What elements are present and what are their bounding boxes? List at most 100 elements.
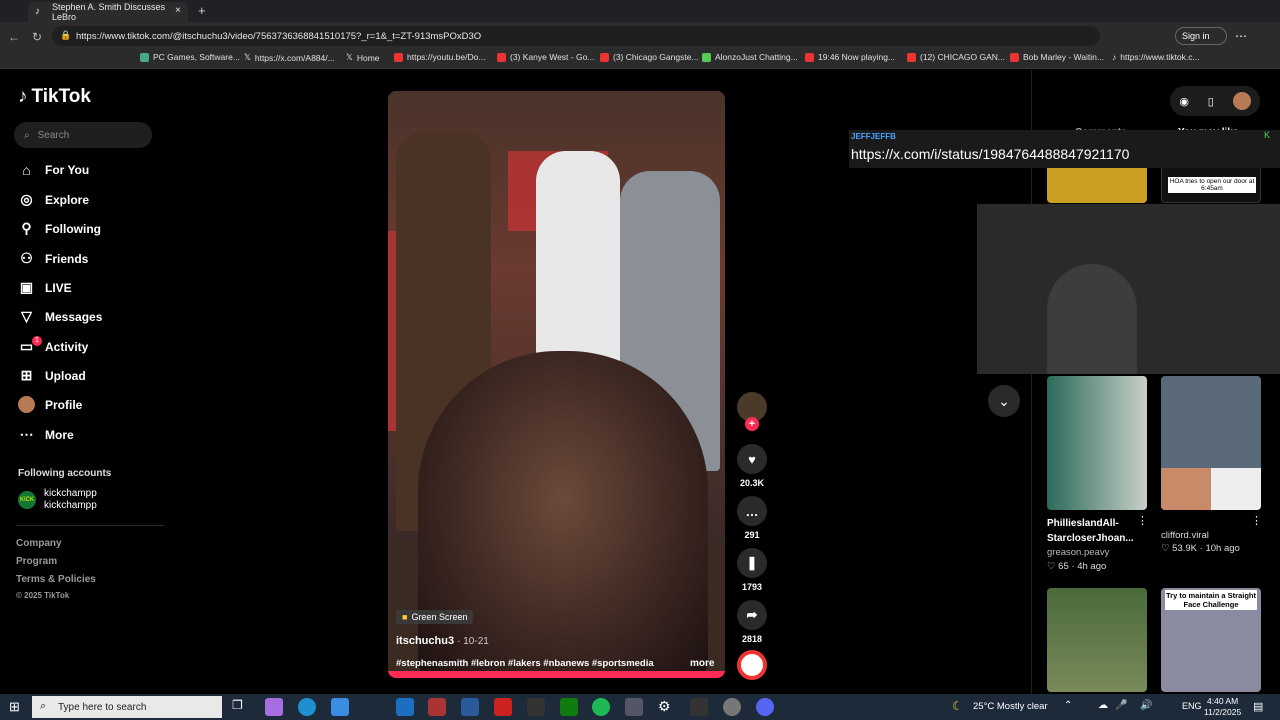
music-disc-icon (737, 650, 767, 680)
sign-in-button[interactable]: Sign in (1175, 27, 1227, 45)
task-view-icon[interactable]: ❐ (232, 698, 250, 716)
app-icon[interactable] (723, 698, 741, 716)
video-player[interactable]: ■ Green Screen itschuchu3 · 10-21 #steph… (388, 91, 725, 678)
video-thumbnail[interactable]: Try to maintain a Straight Face Challeng… (1161, 588, 1261, 692)
language-indicator[interactable]: ENG (1182, 701, 1202, 711)
discord-icon[interactable] (756, 698, 774, 716)
notification-icon[interactable]: ▤ (1253, 700, 1263, 713)
favorite-item[interactable]: Bob Marley - Waitin... (1010, 52, 1104, 62)
favorite-label: 19:46 Now playing... (818, 52, 896, 62)
app-icon[interactable] (494, 698, 512, 716)
card-user[interactable]: clifford.viral (1161, 530, 1209, 541)
video-author[interactable]: itschuchu3 · 10-21 (396, 635, 489, 647)
heart-icon: ♥ (737, 444, 767, 474)
app-icon[interactable] (625, 698, 643, 716)
favorite-item[interactable]: 𝕏 Home (346, 52, 380, 63)
favorite-item[interactable]: AlonzoJust Chatting... (702, 52, 798, 62)
favorite-item[interactable]: ♪ https://www.tiktok.c... (1112, 52, 1200, 62)
nav-messages[interactable]: ▽ Messages (18, 308, 102, 325)
phone-icon[interactable]: ▯ (1208, 95, 1214, 108)
comment-icon: … (737, 496, 767, 526)
store-icon[interactable] (331, 698, 349, 716)
copilot-icon[interactable] (265, 698, 283, 716)
popup-link[interactable]: https://x.com/i/status/19847644888479211… (851, 146, 1129, 162)
nav-live[interactable]: ▣ LIVE (18, 279, 72, 296)
video-hashtags[interactable]: #stephenasmith #lebron #lakers #nbanews … (396, 658, 654, 669)
nav-more[interactable]: ⋯ More (18, 426, 74, 443)
scroll-down-button[interactable]: ⌄ (988, 385, 1020, 417)
card-menu-icon[interactable]: ⋮ (1251, 514, 1262, 527)
nav-upload[interactable]: ⊞ Upload (18, 367, 86, 384)
like-button[interactable]: ♥ 20.3K (737, 444, 767, 488)
taskbar-search[interactable]: ⌕ Type here to search (32, 696, 222, 718)
favorite-item[interactable]: (3) Chicago Gangste... (600, 52, 699, 62)
comment-button[interactable]: … 291 (737, 496, 767, 540)
search-input[interactable]: ⌕ Search (14, 122, 152, 148)
favorite-item[interactable]: PC Games, Software... (140, 52, 240, 62)
taskbar-clock[interactable]: 4:40 AM 11/2/2025 (1204, 696, 1241, 718)
link-popup[interactable]: JEFFJEFFB https://x.com/i/status/1984764… (849, 130, 1280, 168)
new-tab-icon[interactable]: + (198, 3, 206, 18)
url-bar[interactable]: 🔒 https://www.tiktok.com/@itschuchu3/vid… (52, 26, 1100, 46)
app-icon[interactable] (527, 698, 545, 716)
favorite-label: (12) CHICAGO GAN... (920, 52, 1006, 62)
nav-for-you[interactable]: ⌂ For You (18, 162, 89, 178)
edge-icon[interactable] (298, 698, 316, 716)
footer-program[interactable]: Program (16, 556, 57, 567)
nav-friends[interactable]: ⚇ Friends (18, 250, 88, 267)
save-button[interactable]: ❚ 1793 (737, 548, 767, 592)
favorite-item[interactable]: (12) CHICAGO GAN... (907, 52, 1005, 62)
more-link[interactable]: more (690, 658, 714, 669)
outlook-icon[interactable] (396, 698, 414, 716)
creator-avatar-button[interactable]: + (737, 392, 767, 431)
card-user[interactable]: greason.peavy (1047, 547, 1109, 558)
share-count: 2818 (741, 634, 763, 644)
nav-following[interactable]: ⚲ Following (18, 220, 101, 237)
mic-icon[interactable]: 🎤 (1115, 700, 1127, 711)
nav-profile[interactable]: Profile (18, 396, 82, 413)
floating-video-overlay[interactable] (977, 204, 1280, 374)
favorite-label: Home (356, 52, 380, 63)
progress-bar[interactable] (388, 671, 725, 678)
xbox-icon[interactable] (560, 698, 578, 716)
footer-terms[interactable]: Terms & Policies (16, 574, 96, 585)
effect-tag[interactable]: ■ Green Screen (396, 610, 474, 624)
nav-activity[interactable]: ▭ Activity (18, 338, 88, 355)
footer-company[interactable]: Company (16, 538, 62, 549)
network-icon[interactable]: ☁ (1098, 700, 1108, 711)
video-thumbnail[interactable]: HOA tries to open our door at 6:45am (1161, 163, 1261, 203)
browser-tab[interactable]: ♪ Stephen A. Smith Discusses LeBro × (28, 2, 188, 22)
settings-gear-icon[interactable]: ⚙ (658, 698, 676, 716)
windows-start-icon[interactable]: ⊞ (9, 699, 20, 715)
following-account-item[interactable]: KICK kickchampp kickchampp (18, 488, 97, 512)
video-thumbnail[interactable] (1047, 376, 1147, 510)
card-menu-icon[interactable]: ⋮ (1137, 514, 1148, 527)
video-thumbnail[interactable] (1161, 376, 1261, 510)
close-tab-icon[interactable]: × (175, 5, 181, 16)
tray-up-icon[interactable]: ⌃ (1064, 700, 1072, 711)
weather-text[interactable]: 25°C Mostly clear (973, 701, 1048, 712)
app-icon[interactable] (461, 698, 479, 716)
card-age: 10h ago (1205, 543, 1240, 554)
favorite-item[interactable]: 𝕏https://x.com/A884/... (244, 52, 335, 63)
favorite-item[interactable]: https://youtu.be/Do... (394, 52, 485, 62)
spotify-icon[interactable] (592, 698, 610, 716)
tiktok-logo[interactable]: ♪ TikTok (18, 86, 91, 108)
video-thumbnail[interactable] (1047, 163, 1147, 203)
coin-icon[interactable]: ◉ (1179, 95, 1189, 108)
back-icon[interactable]: ← (8, 30, 20, 44)
avatar[interactable] (1232, 92, 1251, 110)
share-button[interactable]: ➦ 2818 (737, 600, 767, 644)
nav-explore[interactable]: ◎ Explore (18, 191, 89, 208)
favorite-item[interactable]: 19:46 Now playing... (805, 52, 895, 62)
refresh-icon[interactable]: ↻ (32, 30, 42, 44)
video-thumbnail[interactable] (1047, 588, 1147, 692)
volume-icon[interactable]: 🔊 (1140, 700, 1152, 711)
app-icon[interactable] (690, 698, 708, 716)
app-icon[interactable] (428, 698, 446, 716)
follow-plus-icon[interactable]: + (745, 417, 759, 431)
menu-dots-icon[interactable]: ⋯ (1235, 29, 1247, 43)
favorite-item[interactable]: (3) Kanye West - Go... (497, 52, 594, 62)
card-title[interactable]: PhillieslandAll-StarcloserJhoan... (1047, 516, 1134, 546)
sound-disc-button[interactable] (737, 650, 767, 684)
